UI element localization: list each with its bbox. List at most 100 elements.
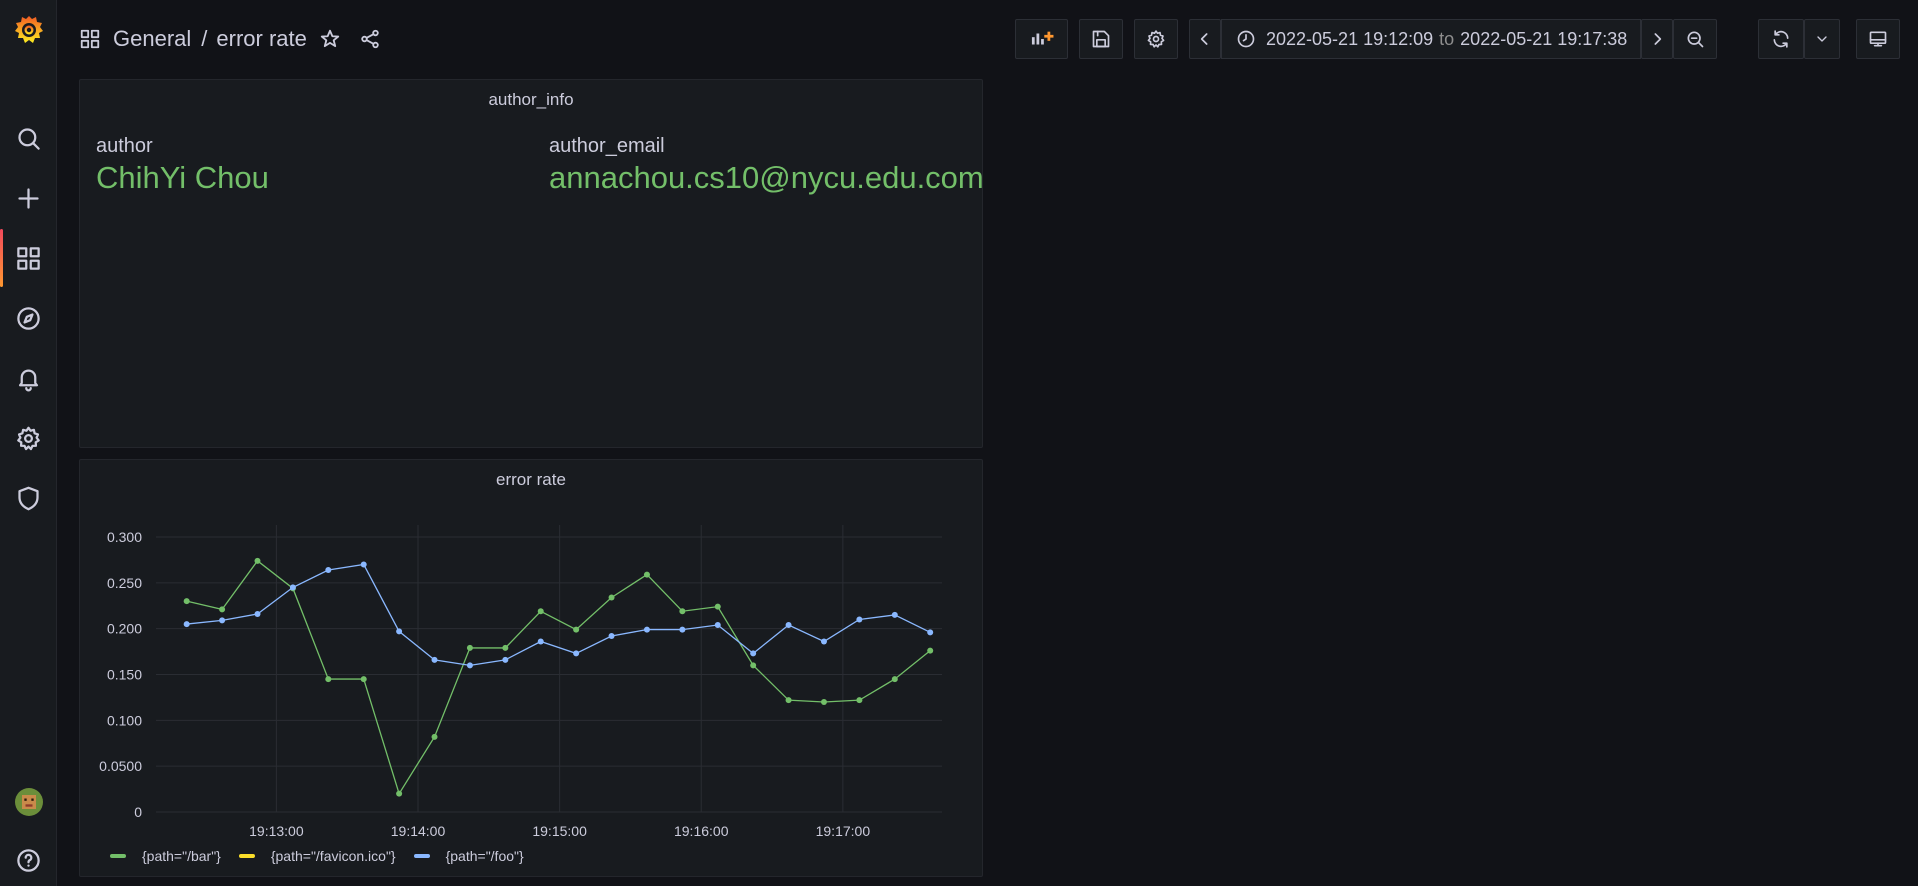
author-email-label: author_email (549, 135, 665, 157)
legend-label: {path="/favicon.ico"} (270, 848, 396, 864)
user-avatar[interactable] (0, 778, 57, 826)
data-point (219, 606, 226, 613)
y-tick-label: 0.0500 (99, 758, 142, 774)
dashboard-title[interactable]: error rate (216, 26, 306, 52)
chevron-down-icon (1817, 36, 1827, 42)
legend-item[interactable]: {path="/foo"} (413, 848, 524, 864)
legend-swatch (110, 854, 126, 858)
series-line (186, 559, 931, 796)
refresh-icon (1773, 30, 1789, 48)
data-point (608, 633, 615, 639)
explore-compass-icon[interactable] (0, 294, 57, 342)
data-point (856, 616, 863, 623)
x-tick-label: 19:14:00 (391, 823, 446, 839)
monitor-icon (1869, 31, 1887, 47)
y-tick-label: 0.250 (107, 575, 142, 591)
breadcrumb-folder[interactable]: General (113, 26, 191, 52)
data-point (927, 647, 934, 654)
refresh-interval-dropdown[interactable] (1804, 19, 1840, 59)
data-point (466, 662, 473, 669)
grafana-logo-icon[interactable] (0, 6, 57, 54)
save-dashboard-button[interactable] (1079, 19, 1123, 59)
x-tick-label: 19:13:00 (249, 823, 304, 839)
zoom-out-button[interactable] (1673, 19, 1717, 59)
time-range-from: 2022-05-21 19:12:09 (1266, 28, 1434, 49)
panel-title[interactable]: author_info (80, 90, 982, 110)
data-point (183, 621, 190, 628)
author-value: ChihYi Chou (96, 160, 269, 195)
tv-mode-button[interactable] (1856, 19, 1900, 59)
series-line (186, 563, 931, 666)
data-point (856, 697, 863, 704)
time-range-to: 2022-05-21 19:17:38 (1460, 28, 1628, 49)
data-point (643, 626, 650, 633)
data-point (183, 598, 190, 605)
x-tick-label: 19:17:00 (816, 823, 871, 839)
dashboard-settings-button[interactable] (1134, 19, 1178, 59)
save-icon (1092, 30, 1110, 48)
side-menu (0, 0, 57, 886)
time-range-picker[interactable]: 2022-05-21 19:12:09 to 2022-05-21 19:17:… (1221, 19, 1654, 59)
data-point (608, 594, 615, 601)
data-point (360, 676, 367, 683)
top-navbar: General / error rate 2022-05-21 19:12:09… (57, 0, 1918, 78)
data-point (254, 611, 261, 617)
data-point (502, 644, 509, 651)
data-point (537, 608, 544, 615)
data-point (750, 662, 757, 669)
data-point (927, 629, 934, 636)
share-icon[interactable] (359, 28, 381, 50)
help-icon[interactable] (0, 836, 57, 884)
data-point (396, 790, 403, 797)
author-info-panel[interactable]: author_info author ChihYi Chou author_em… (79, 79, 984, 448)
data-point (502, 656, 509, 663)
data-point (679, 626, 686, 633)
legend-item[interactable]: {path="/bar"} (110, 848, 221, 864)
bell-icon[interactable] (0, 354, 57, 402)
x-tick-label: 19:15:00 (532, 823, 587, 839)
data-point (219, 617, 226, 624)
dashboards-icon (79, 28, 101, 50)
plus-icon[interactable] (0, 174, 57, 222)
breadcrumb: General / error rate (79, 24, 381, 54)
x-tick-label: 19:16:00 (674, 823, 729, 839)
chevron-right-icon (1654, 33, 1662, 45)
data-point (714, 603, 721, 610)
time-shift-forward-button[interactable] (1641, 19, 1673, 59)
data-point (820, 638, 827, 645)
data-point (431, 733, 438, 740)
error-rate-panel[interactable]: error rate 0 0.0500 0.100 0.150 0.200 0.250 0.… (79, 459, 983, 877)
data-point (466, 644, 473, 651)
data-point (714, 622, 721, 628)
data-point (573, 626, 580, 633)
data-point (325, 676, 332, 683)
y-tick-label: 0.200 (107, 621, 142, 637)
y-tick-label: 0.150 (107, 667, 142, 683)
add-panel-button[interactable] (1015, 19, 1068, 59)
author-email-value: annachou.cs10@nycu.edu.com (549, 160, 984, 195)
data-point (891, 676, 898, 683)
data-point (325, 567, 332, 573)
zoom-out-icon (1687, 31, 1704, 48)
y-tick-label: 0 (134, 804, 142, 820)
chart-legend: {path="/bar"} {path="/favicon.ico"} {path=… (110, 848, 542, 864)
search-icon[interactable] (0, 114, 57, 162)
time-shift-back-button[interactable] (1189, 19, 1221, 59)
author-label: author (96, 135, 153, 157)
data-point (785, 622, 792, 628)
shield-icon[interactable] (0, 474, 57, 522)
legend-swatch (238, 854, 255, 858)
error-rate-chart[interactable]: 0 0.0500 0.100 0.150 0.200 0.250 0.300 19:13:00… (80, 460, 982, 840)
gear-icon[interactable] (0, 414, 57, 462)
data-point (643, 571, 650, 578)
data-point (289, 584, 296, 591)
star-icon[interactable] (319, 28, 341, 50)
y-tick-label: 0.100 (107, 712, 142, 728)
legend-item[interactable]: {path="/favicon.ico"} (238, 848, 396, 864)
data-point (573, 650, 580, 657)
chevron-left-icon (1200, 33, 1208, 45)
refresh-button[interactable] (1758, 19, 1804, 59)
dashboards-icon[interactable] (0, 234, 57, 282)
data-point (891, 611, 898, 618)
y-tick-label: 0.300 (107, 529, 142, 545)
